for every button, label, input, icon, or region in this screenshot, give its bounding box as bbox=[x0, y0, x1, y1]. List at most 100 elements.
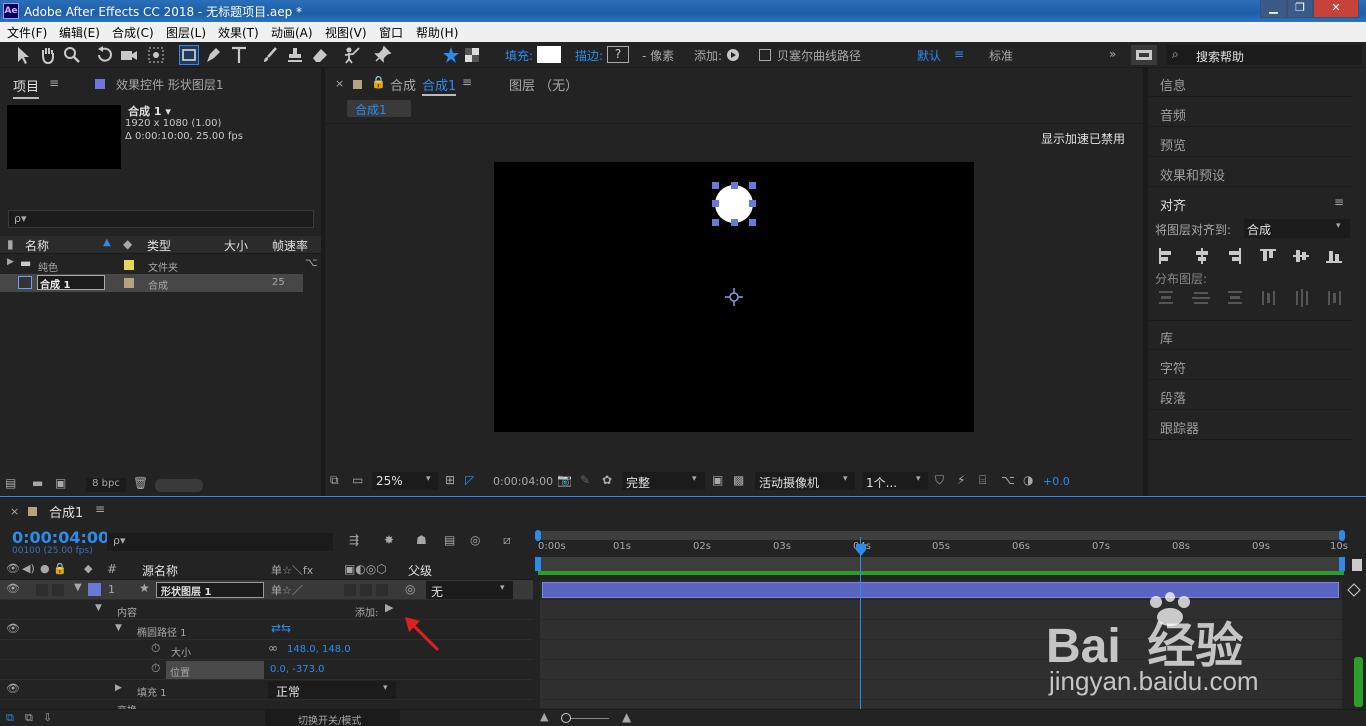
navigator-start-handle[interactable] bbox=[535, 530, 541, 541]
graph-editor-icon[interactable]: ⧄ bbox=[503, 533, 511, 548]
parent-select[interactable]: 无 ▾ bbox=[426, 581, 513, 599]
add-menu-icon[interactable]: ▶ bbox=[385, 601, 393, 614]
label-column-icon[interactable]: ▮ bbox=[7, 237, 14, 251]
table-row[interactable]: ⏱ 大小 ∞ 148.0, 148.0 bbox=[0, 640, 533, 660]
panel-info[interactable]: 信息 bbox=[1148, 68, 1352, 97]
ellipse-shape[interactable] bbox=[715, 185, 753, 223]
timeline-icon[interactable]: ⌸ bbox=[979, 473, 986, 488]
menu-composition[interactable]: 合成(C) bbox=[112, 24, 154, 41]
menu-effect[interactable]: 效果(T) bbox=[218, 24, 259, 41]
position-label[interactable]: 位置 bbox=[166, 661, 264, 679]
stroke-width-unit[interactable]: - 像素 bbox=[642, 47, 674, 64]
layer-switches[interactable]: 单☆／ bbox=[271, 582, 303, 598]
tab-composition[interactable]: 合成1 bbox=[422, 75, 457, 96]
layer-duration-bar[interactable] bbox=[542, 582, 1339, 598]
fill-mode-select[interactable]: 正常 ▾ bbox=[268, 681, 396, 699]
expand-arrow-icon[interactable]: ▼ bbox=[74, 582, 82, 593]
selection-tool-icon[interactable] bbox=[13, 45, 33, 65]
close-icon[interactable]: ✕ bbox=[1313, 0, 1359, 18]
position-value[interactable]: 0.0, -373.0 bbox=[270, 664, 325, 675]
camera-tool-icon[interactable] bbox=[119, 45, 139, 65]
list-item[interactable]: 合成 1 合成 25 bbox=[0, 274, 303, 292]
exposure-value[interactable]: +0.0 bbox=[1043, 475, 1070, 488]
visibility-eye-icon[interactable]: 👁 bbox=[6, 682, 20, 695]
stroke-color-swatch[interactable]: ? bbox=[607, 46, 629, 63]
tag-icon[interactable]: ◆ bbox=[84, 562, 92, 575]
distribute-hcenter-icon[interactable] bbox=[1296, 289, 1308, 307]
visibility-eye-icon[interactable]: 👁 bbox=[6, 582, 20, 595]
col-parent[interactable]: 父级 bbox=[408, 562, 432, 579]
region-interest-icon[interactable]: ▣ bbox=[712, 473, 723, 487]
workspace-overflow-icon[interactable]: » bbox=[1109, 47, 1116, 61]
zoom-out-icon[interactable]: ▲ bbox=[540, 710, 548, 723]
panel-libraries[interactable]: 库 bbox=[1148, 321, 1352, 350]
bit-depth-button[interactable]: 8 bpc bbox=[86, 478, 126, 492]
star-tool-icon[interactable] bbox=[441, 45, 461, 65]
checker-icon[interactable] bbox=[462, 45, 482, 65]
motion-blur-switch[interactable] bbox=[344, 584, 356, 596]
bounding-handle[interactable] bbox=[749, 182, 756, 189]
align-to-select[interactable]: 合成 ▾ bbox=[1244, 219, 1350, 238]
item-name[interactable]: 合成 1 bbox=[37, 275, 105, 291]
work-area-bar[interactable] bbox=[538, 557, 1344, 571]
snapshot-icon[interactable]: 📷 bbox=[557, 473, 572, 487]
align-top-icon[interactable] bbox=[1260, 249, 1276, 261]
pan-behind-tool-icon[interactable] bbox=[146, 45, 166, 65]
align-vcenter-icon[interactable] bbox=[1293, 250, 1309, 262]
path-direction-icon[interactable]: ⇄⇆ bbox=[271, 621, 291, 635]
bounding-handle[interactable] bbox=[712, 219, 719, 226]
frame-blending-icon[interactable]: ▤ bbox=[444, 533, 455, 547]
channel-icon[interactable]: ✿ bbox=[602, 473, 612, 487]
timeline-search-input[interactable]: ρ▾ bbox=[107, 533, 333, 551]
col-fps[interactable]: 帧速率 bbox=[272, 237, 308, 254]
3d-switch[interactable] bbox=[376, 584, 388, 596]
audio-icon[interactable]: ◀) bbox=[22, 562, 35, 575]
layer-label-color[interactable] bbox=[88, 583, 101, 596]
project-menu-icon[interactable]: ≡ bbox=[49, 76, 59, 90]
align-right-icon[interactable] bbox=[1229, 248, 1241, 264]
brush-tool-icon[interactable] bbox=[260, 45, 280, 65]
workspace-menu-icon[interactable]: ≡ bbox=[954, 47, 964, 61]
col-name[interactable]: 名称 bbox=[25, 237, 49, 254]
rectangle-tool-icon[interactable] bbox=[179, 45, 199, 65]
menu-edit[interactable]: 编辑(E) bbox=[59, 24, 100, 41]
keyframe-nav-icon[interactable] bbox=[1346, 582, 1362, 598]
zoom-tool-icon[interactable] bbox=[62, 45, 82, 65]
distribute-right-icon[interactable] bbox=[1328, 291, 1341, 305]
reset-exposure-icon[interactable]: ◑ bbox=[1023, 473, 1033, 487]
type-tool-icon[interactable] bbox=[229, 45, 249, 65]
label-color-swatch[interactable] bbox=[124, 278, 134, 288]
table-row[interactable]: 👁 ▼ 1 ★ 形状图层 1 单☆／ ◎ 无 ▾ bbox=[0, 580, 533, 600]
stopwatch-icon[interactable]: ⏱ bbox=[151, 661, 160, 676]
eraser-tool-icon[interactable] bbox=[310, 45, 330, 65]
distribute-left-icon[interactable] bbox=[1262, 291, 1275, 305]
playhead-marker-icon[interactable] bbox=[855, 543, 867, 557]
camera-select[interactable]: 活动摄像机 ▾ bbox=[755, 472, 855, 490]
fit-icon[interactable]: ⊞ bbox=[445, 473, 455, 487]
zoom-slider-handle[interactable] bbox=[561, 713, 571, 723]
menu-layer[interactable]: 图层(L) bbox=[166, 24, 206, 41]
menu-file[interactable]: 文件(F) bbox=[7, 24, 47, 41]
time-ruler[interactable]: 0:00s 01s 02s 03s 04s 05s 06s 07s 08s 09… bbox=[538, 541, 1348, 557]
distribute-bottom-icon[interactable] bbox=[1228, 291, 1242, 304]
toggle-switches-modes[interactable]: 切换开关/模式 bbox=[265, 710, 400, 726]
bounding-handle[interactable] bbox=[712, 200, 719, 207]
rotation-tool-icon[interactable] bbox=[95, 45, 115, 65]
solo-toggle[interactable] bbox=[52, 584, 64, 596]
roto-brush-tool-icon[interactable] bbox=[342, 45, 362, 65]
distribute-top-icon[interactable] bbox=[1159, 291, 1173, 304]
timeline-timecode[interactable]: 0:00:04:00 bbox=[12, 528, 109, 547]
list-item[interactable]: ▶ ▬ 纯色 文件夹 ⌥ bbox=[0, 256, 321, 274]
sync-settings-icon[interactable] bbox=[1131, 45, 1157, 65]
menu-window[interactable]: 窗口 bbox=[379, 24, 403, 41]
expand-arrow-icon[interactable]: ▶ bbox=[115, 683, 122, 693]
expand-arrow-icon[interactable]: ▼ bbox=[115, 623, 122, 633]
comp-flowchart-icon[interactable]: ⇶ bbox=[349, 533, 359, 547]
tab-layer[interactable]: 图层 （无） bbox=[509, 75, 578, 94]
panel-character[interactable]: 字符 bbox=[1148, 351, 1352, 380]
col-source-name[interactable]: 源名称 bbox=[142, 562, 178, 579]
zoom-select[interactable]: 25% ▾ bbox=[372, 472, 438, 490]
stopwatch-icon[interactable]: ⏱ bbox=[151, 641, 160, 656]
comp-menu-icon[interactable]: ≡ bbox=[462, 75, 472, 89]
adjustment-switch[interactable] bbox=[360, 584, 372, 596]
